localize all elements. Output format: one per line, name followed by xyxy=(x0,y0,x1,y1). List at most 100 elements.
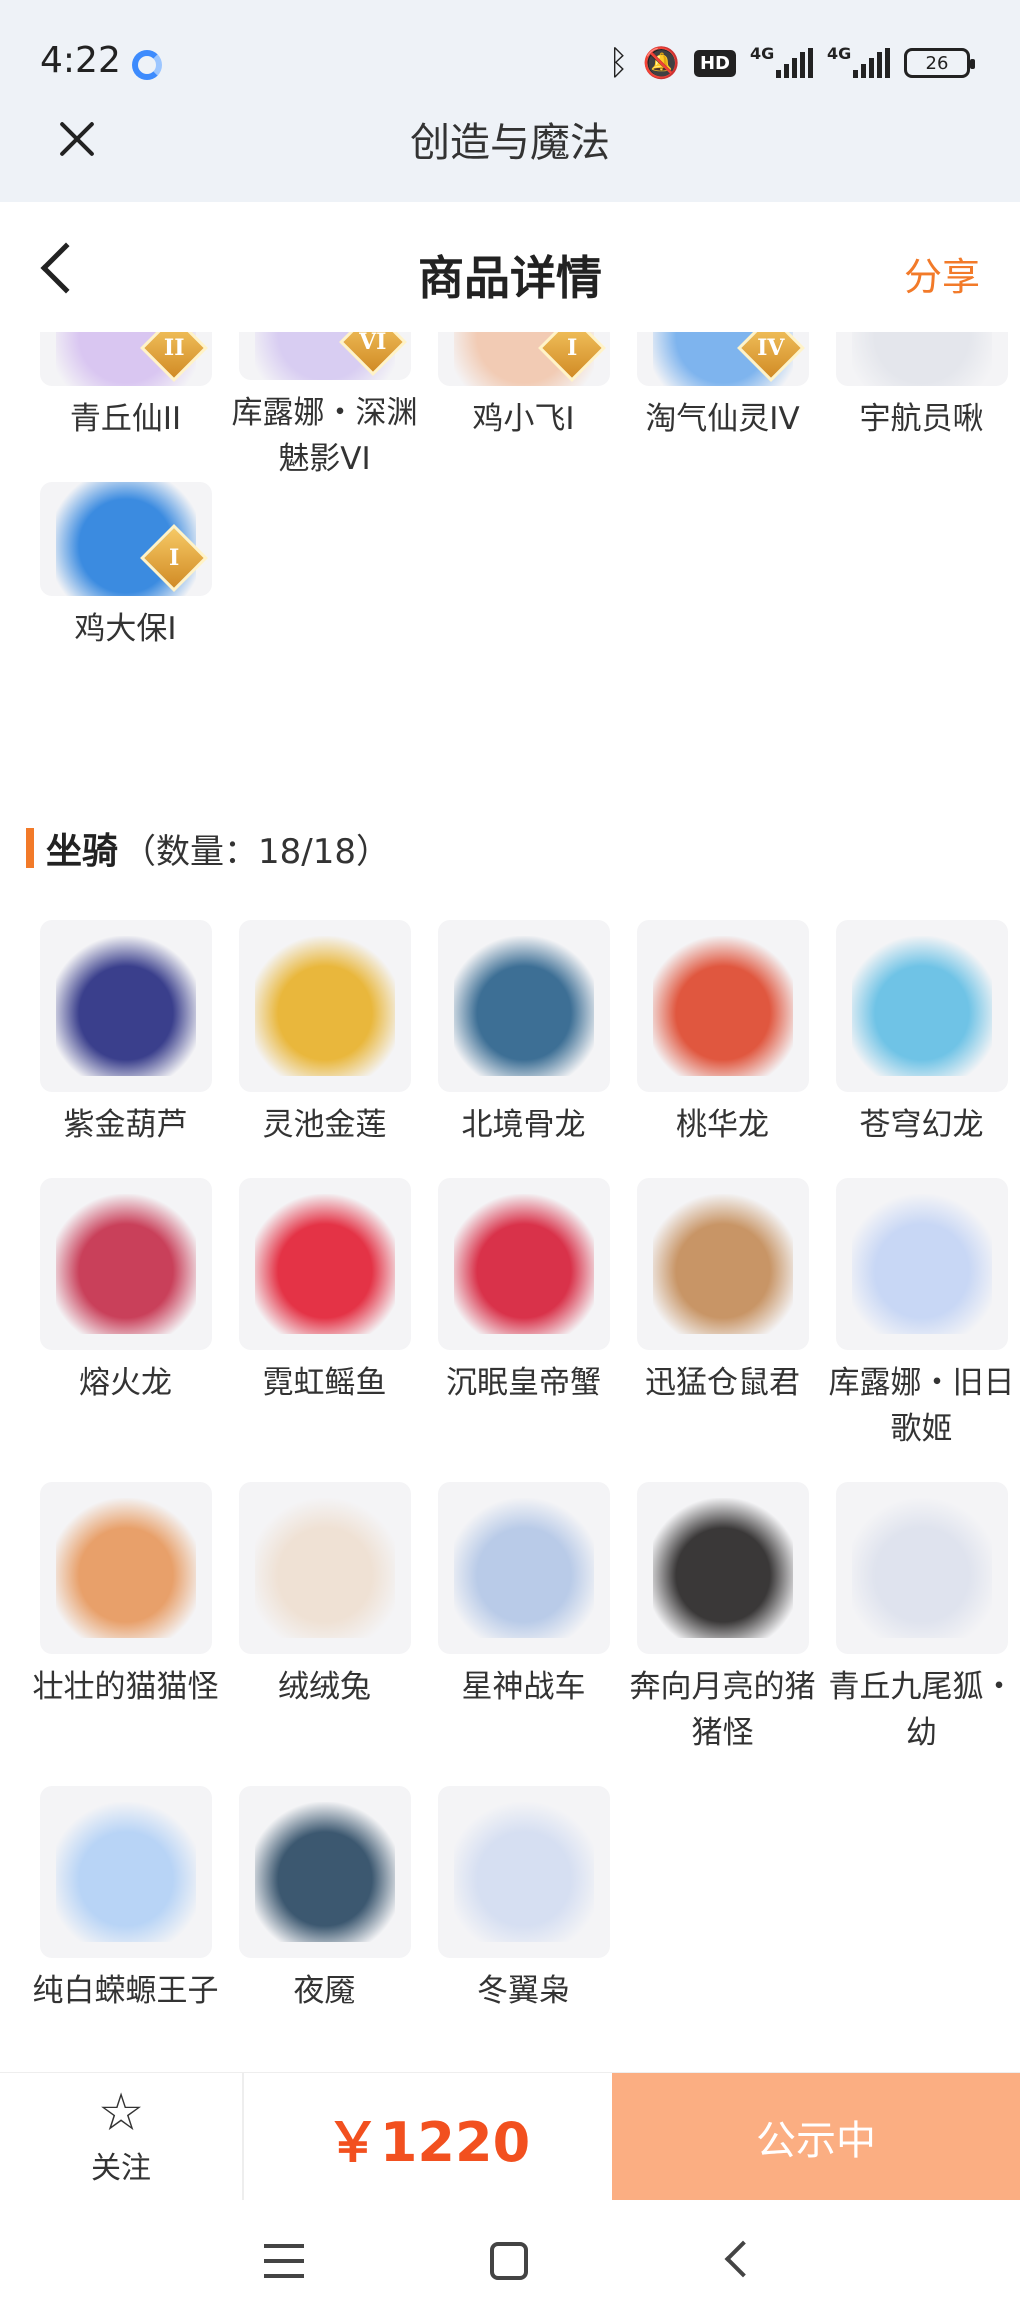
item-name: 北境骨龙 xyxy=(461,1107,586,1143)
star-icon: ☆ xyxy=(97,2083,145,2143)
item-card[interactable]: 熔火龙 xyxy=(26,1178,225,1452)
item-name: 迅猛仓鼠君 xyxy=(645,1365,800,1401)
item-image xyxy=(453,1802,594,1942)
item-image xyxy=(254,1802,395,1942)
network-label-2: 4G xyxy=(827,44,852,63)
item-thumbnail xyxy=(636,1178,809,1350)
item-image xyxy=(453,936,594,1076)
item-image xyxy=(254,1498,395,1638)
item-card[interactable]: 北境骨龙 xyxy=(424,920,623,1148)
follow-button[interactable]: ☆ 关注 xyxy=(0,2073,244,2201)
item-card[interactable]: 紫金葫芦 xyxy=(26,920,225,1148)
item-image xyxy=(55,1498,196,1638)
item-name: 奔向月亮的猪猪怪 xyxy=(629,1669,816,1751)
item-card[interactable]: 冬翼枭 xyxy=(424,1786,623,2014)
item-card[interactable]: 沉眠皇帝蟹 xyxy=(424,1178,623,1452)
item-card[interactable]: 霓虹鳐鱼 xyxy=(225,1178,424,1452)
app-bar: 创造与魔法 xyxy=(0,100,1020,202)
menu-icon[interactable] xyxy=(264,2244,304,2278)
item-thumbnail: I xyxy=(39,482,212,596)
item-card[interactable]: 纯白蝾螈王子 xyxy=(26,1786,225,2014)
item-card[interactable]: VI 库露娜・深渊魅影VI xyxy=(225,332,424,482)
item-card[interactable]: 夜魇 xyxy=(225,1786,424,2014)
item-card[interactable]: 灵池金莲 xyxy=(225,920,424,1148)
item-card[interactable]: 苍穹幻龙 xyxy=(822,920,1020,1148)
item-thumbnail xyxy=(39,920,212,1092)
section-count: （数量：18/18） xyxy=(122,831,390,872)
item-image xyxy=(851,936,992,1076)
item-image xyxy=(55,1194,196,1334)
item-name: 冬翼枭 xyxy=(477,1973,570,2009)
status-icons: ᛒ 🔕 HD 4G 4G 26 xyxy=(608,42,975,84)
signal-icon-2: 4G xyxy=(827,44,890,78)
item-card[interactable]: 星神战车 xyxy=(424,1482,623,1756)
section-title: 坐骑 （数量：18/18） xyxy=(26,826,390,872)
item-card[interactable]: 宇航员啾 xyxy=(822,332,1020,482)
battery-icon: 26 xyxy=(904,48,975,78)
top-bar: 4:22 ᛒ 🔕 HD 4G 4G 26 创造与魔法 xyxy=(0,0,1020,202)
item-card[interactable]: 桃华龙 xyxy=(623,920,822,1148)
item-image xyxy=(55,936,196,1076)
item-thumbnail xyxy=(238,1786,411,1958)
item-thumbnail xyxy=(437,1178,610,1350)
item-image xyxy=(55,1802,196,1942)
tier-badge-label: II xyxy=(163,335,184,361)
status-time: 4:22 xyxy=(40,40,121,81)
item-image xyxy=(652,1498,793,1638)
item-card[interactable]: 迅猛仓鼠君 xyxy=(623,1178,822,1452)
item-name: 夜魇 xyxy=(293,1973,356,2009)
item-image xyxy=(254,936,395,1076)
item-thumbnail: II xyxy=(39,332,212,386)
status-button[interactable]: 公示中 xyxy=(612,2073,1020,2201)
page-header: 商品详情 分享 xyxy=(0,202,1020,332)
item-card[interactable]: I 鸡小飞I xyxy=(424,332,623,482)
follow-label: 关注 xyxy=(91,2151,151,2186)
item-name: 星神战车 xyxy=(461,1669,586,1705)
item-card[interactable]: 青丘九尾狐・幼 xyxy=(822,1482,1020,1756)
price: ￥1220 xyxy=(325,2110,531,2174)
tier-badge-label: I xyxy=(168,544,179,571)
item-card[interactable]: I 鸡大保I xyxy=(26,482,225,692)
item-thumbnail xyxy=(835,332,1008,386)
item-name: 紫金葫芦 xyxy=(63,1107,188,1143)
app-title: 创造与魔法 xyxy=(410,120,610,166)
item-image xyxy=(652,936,793,1076)
item-thumbnail xyxy=(238,1178,411,1350)
item-name: 纯白蝾螈王子 xyxy=(32,1973,219,2009)
item-thumbnail xyxy=(39,1178,212,1350)
item-card[interactable]: 库露娜・旧日歌姬 xyxy=(822,1178,1020,1452)
item-card[interactable]: II 青丘仙II xyxy=(26,332,225,482)
item-card[interactable]: 壮壮的猫猫怪 xyxy=(26,1482,225,1756)
nav-back-icon[interactable] xyxy=(724,2240,762,2278)
item-card[interactable]: 奔向月亮的猪猪怪 xyxy=(623,1482,822,1756)
item-name: 苍穹幻龙 xyxy=(859,1107,984,1143)
item-thumbnail: IV xyxy=(636,332,809,386)
item-name: 壮壮的猫猫怪 xyxy=(32,1669,219,1705)
item-name: 宇航员啾 xyxy=(859,401,984,437)
item-name: 库露娜・深渊魅影VI xyxy=(231,395,418,477)
tier-badge-label: IV xyxy=(756,335,785,361)
item-thumbnail: VI xyxy=(238,332,411,380)
item-name: 灵池金莲 xyxy=(262,1107,387,1143)
item-name: 鸡大保I xyxy=(74,611,177,647)
item-thumbnail xyxy=(39,1482,212,1654)
item-thumbnail xyxy=(835,1482,1008,1654)
share-button[interactable]: 分享 xyxy=(904,246,980,301)
item-name: 沉眠皇帝蟹 xyxy=(446,1365,601,1401)
item-card[interactable]: IV 淘气仙灵IV xyxy=(623,332,822,482)
item-thumbnail xyxy=(437,920,610,1092)
item-thumbnail xyxy=(835,920,1008,1092)
content-scroll[interactable]: II 青丘仙II VI 库露娜・深渊魅影VI I 鸡小飞I IV 淘气仙灵IV 宇航员啾 I 鸡大保… xyxy=(0,332,1020,2042)
item-image xyxy=(652,1194,793,1334)
item-thumbnail xyxy=(636,920,809,1092)
home-icon[interactable] xyxy=(490,2242,528,2280)
item-image xyxy=(851,1194,992,1334)
tier-badge-label: VI xyxy=(358,332,387,355)
item-card[interactable]: 绒绒兔 xyxy=(225,1482,424,1756)
item-image xyxy=(453,1194,594,1334)
section-accent-bar xyxy=(26,828,34,868)
item-image xyxy=(453,1498,594,1638)
item-thumbnail xyxy=(39,1786,212,1958)
app-notification-icon xyxy=(132,50,162,80)
item-thumbnail xyxy=(238,920,411,1092)
